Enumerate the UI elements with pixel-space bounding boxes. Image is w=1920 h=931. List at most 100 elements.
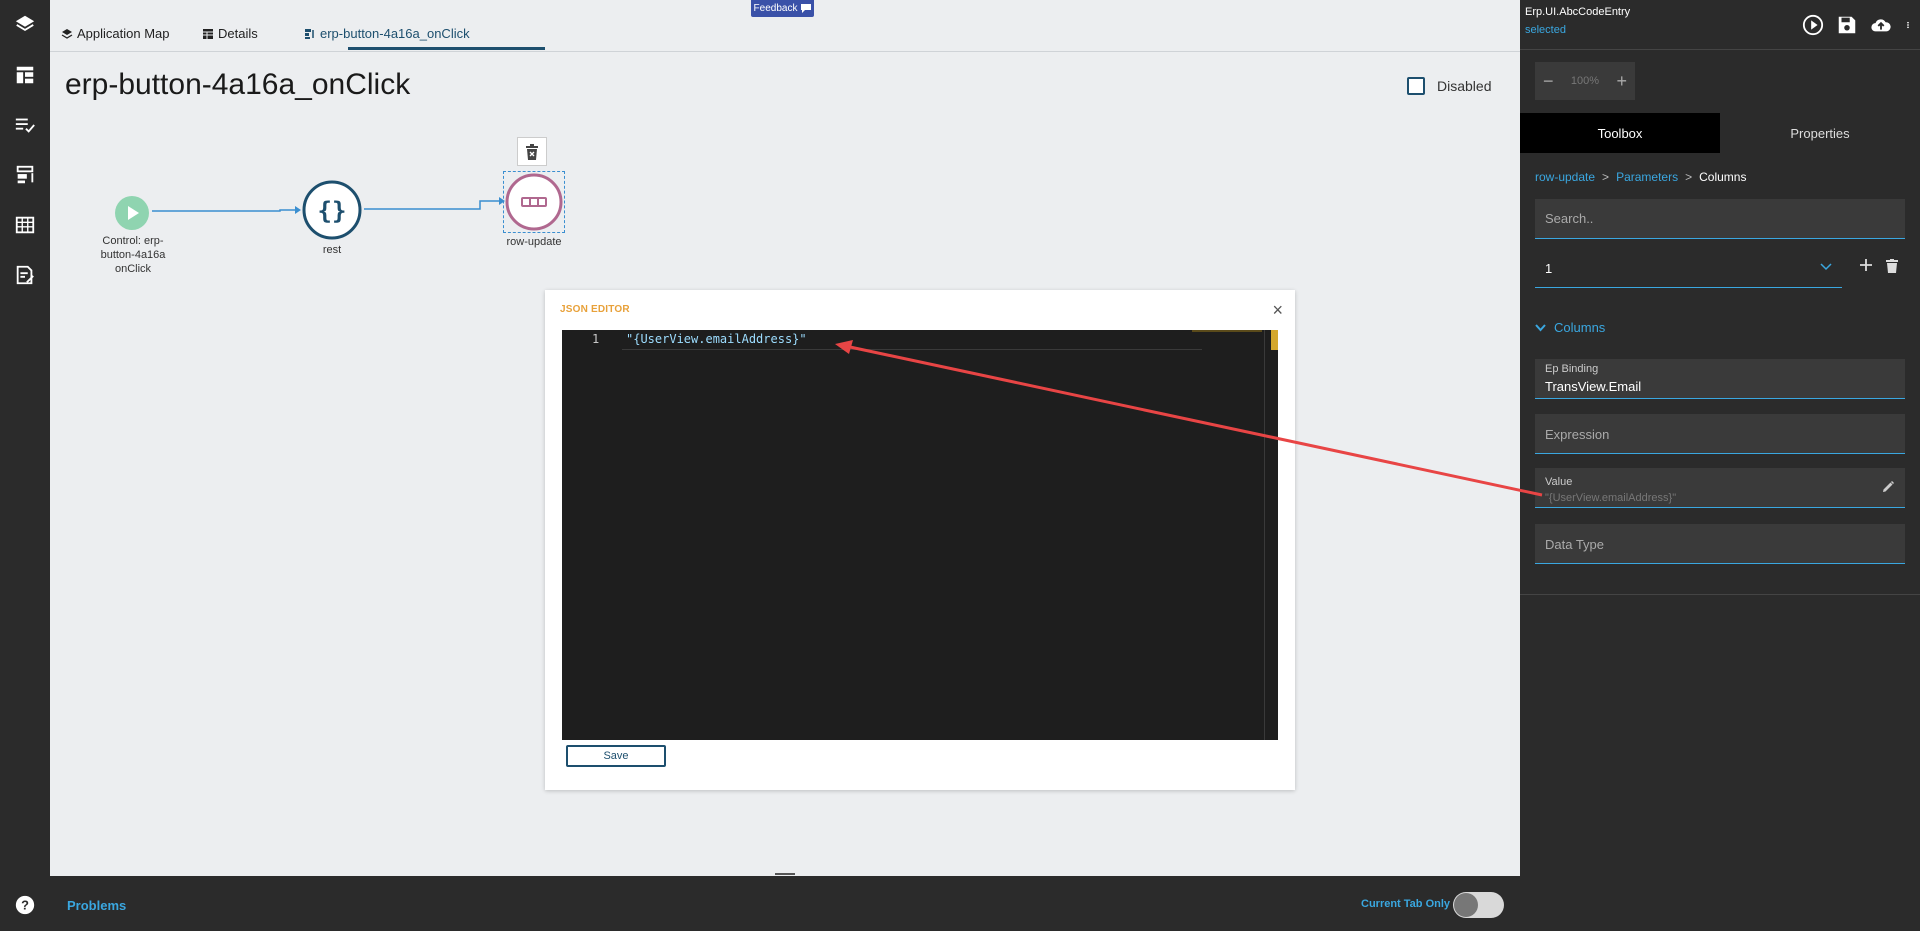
start-node-label: Control: erp- button-4a16a onClick <box>88 234 178 276</box>
pencil-icon[interactable] <box>1881 480 1895 499</box>
feedback-button[interactable]: Feedback <box>751 0 814 17</box>
editor-scrollbar[interactable] <box>1264 330 1278 740</box>
svg-text:{}: {} <box>318 197 347 225</box>
component-status: selected <box>1525 24 1566 36</box>
tab-details[interactable]: Details <box>202 26 258 41</box>
breadcrumb-separator: > <box>1602 170 1610 184</box>
tab-toolbox[interactable]: Toolbox <box>1520 113 1720 153</box>
field-placeholder: Data Type <box>1545 537 1605 552</box>
ep-binding-field[interactable]: Ep Binding TransView.Email <box>1535 359 1905 399</box>
breadcrumb: row-update > Parameters > Columns <box>1535 170 1746 184</box>
flow-connector <box>364 200 501 210</box>
start-node[interactable] <box>114 195 150 231</box>
field-label: Ep Binding <box>1545 363 1599 375</box>
component-title: Erp.UI.AbcCodeEntry <box>1525 6 1631 18</box>
zoom-in-button[interactable]: + <box>1616 71 1627 92</box>
grid-icon[interactable] <box>13 213 37 237</box>
layers-icon <box>61 28 73 39</box>
close-icon[interactable]: × <box>1272 300 1283 321</box>
save-button[interactable]: Save <box>566 745 666 767</box>
divider <box>1520 49 1920 50</box>
table-icon <box>203 28 213 39</box>
rest-node-label: rest <box>322 244 342 256</box>
panel-resize-handle[interactable] <box>775 873 795 875</box>
cloud-upload-icon[interactable] <box>1870 14 1892 36</box>
data-type-field[interactable]: Data Type <box>1535 524 1905 564</box>
delete-node-button[interactable] <box>517 137 547 166</box>
code-line[interactable]: "{UserView.emailAddress}" <box>626 332 807 346</box>
field-placeholder: Expression <box>1545 427 1610 442</box>
search-placeholder: Search.. <box>1545 211 1594 226</box>
braces-icon: {} <box>302 180 362 240</box>
rest-node[interactable]: {} <box>302 180 362 240</box>
zoom-out-button[interactable]: − <box>1543 71 1554 92</box>
tab-application-map[interactable]: Application Map <box>61 26 170 41</box>
problems-panel: Problems Current Tab Only <box>50 876 1520 931</box>
plus-icon <box>1860 259 1872 271</box>
breadcrumb-row-update[interactable]: row-update <box>1535 170 1595 184</box>
tab-label: Details <box>218 26 258 41</box>
current-line-highlight <box>622 349 1202 350</box>
value-field[interactable]: Value "{UserView.emailAddress}" <box>1535 468 1905 508</box>
breadcrumb-columns: Columns <box>1699 170 1747 184</box>
row-update-node-label: row-update <box>506 236 562 248</box>
field-value: TransView.Email <box>1545 379 1642 394</box>
divider <box>1520 594 1920 595</box>
current-tab-only-label: Current Tab Only <box>1361 898 1451 910</box>
code-editor[interactable]: 1 "{UserView.emailAddress}" <box>562 330 1278 740</box>
current-tab-only-toggle[interactable] <box>1453 892 1504 918</box>
disabled-toggle[interactable]: Disabled <box>1407 77 1491 95</box>
delete-column-button[interactable] <box>1886 259 1898 278</box>
search-input[interactable]: Search.. <box>1535 199 1905 239</box>
select-value: 1 <box>1545 261 1553 276</box>
toggle-knob <box>1454 893 1478 917</box>
checklist-icon[interactable] <box>13 113 37 137</box>
chat-icon <box>801 4 812 13</box>
flow-connector <box>152 209 297 212</box>
active-tab-indicator <box>348 47 545 50</box>
chevron-down-icon <box>1535 323 1546 331</box>
zoom-control: − 100% + <box>1535 62 1635 100</box>
breadcrumb-separator: > <box>1685 170 1693 184</box>
disabled-checkbox[interactable] <box>1407 77 1425 95</box>
page-title: erp-button-4a16a_onClick <box>65 68 411 101</box>
label-line: Control: erp- <box>102 235 164 247</box>
column-select[interactable]: 1 <box>1535 250 1842 288</box>
left-rail: ? <box>0 0 50 931</box>
scroll-thumb[interactable] <box>1271 330 1278 350</box>
data-flow-icon[interactable] <box>13 163 37 187</box>
section-title: Columns <box>1554 320 1606 335</box>
line-number: 1 <box>592 332 600 346</box>
breadcrumb-parameters[interactable]: Parameters <box>1616 170 1678 184</box>
save-icon[interactable] <box>1836 14 1858 36</box>
play-circle-icon[interactable] <box>1802 14 1824 36</box>
zoom-value: 100% <box>1570 75 1600 87</box>
trash-icon <box>1886 259 1898 273</box>
field-value: "{UserView.emailAddress}" <box>1545 492 1677 504</box>
row-update-node[interactable] <box>503 171 565 233</box>
right-panel: Erp.UI.AbcCodeEntry selected − 100% + To… <box>1520 0 1920 931</box>
problems-tab[interactable]: Problems <box>67 898 126 913</box>
expression-field[interactable]: Expression <box>1535 414 1905 454</box>
more-vertical-icon[interactable] <box>1904 14 1912 36</box>
tab-properties[interactable]: Properties <box>1720 113 1920 153</box>
add-column-button[interactable] <box>1859 256 1873 277</box>
field-label: Value <box>1545 476 1573 488</box>
tab-label: erp-button-4a16a_onClick <box>320 26 470 41</box>
chevron-down-icon <box>1820 260 1832 274</box>
document-edit-icon[interactable] <box>13 263 37 287</box>
tab-flow-editor[interactable]: erp-button-4a16a_onClick <box>304 26 470 41</box>
connector-arrowhead <box>295 206 301 214</box>
play-icon <box>115 196 149 230</box>
tab-label: Application Map <box>77 26 170 41</box>
layout-icon[interactable] <box>13 63 37 87</box>
svg-text:?: ? <box>21 898 29 913</box>
columns-section-header[interactable]: Columns <box>1535 320 1605 335</box>
row-icon <box>505 173 563 231</box>
overview-ruler <box>1192 330 1262 332</box>
layers-icon[interactable] <box>13 12 37 36</box>
label-line: onClick <box>114 263 152 275</box>
help-icon[interactable]: ? <box>13 893 37 917</box>
disabled-label: Disabled <box>1437 78 1492 94</box>
label-line: button-4a16a <box>100 249 166 261</box>
